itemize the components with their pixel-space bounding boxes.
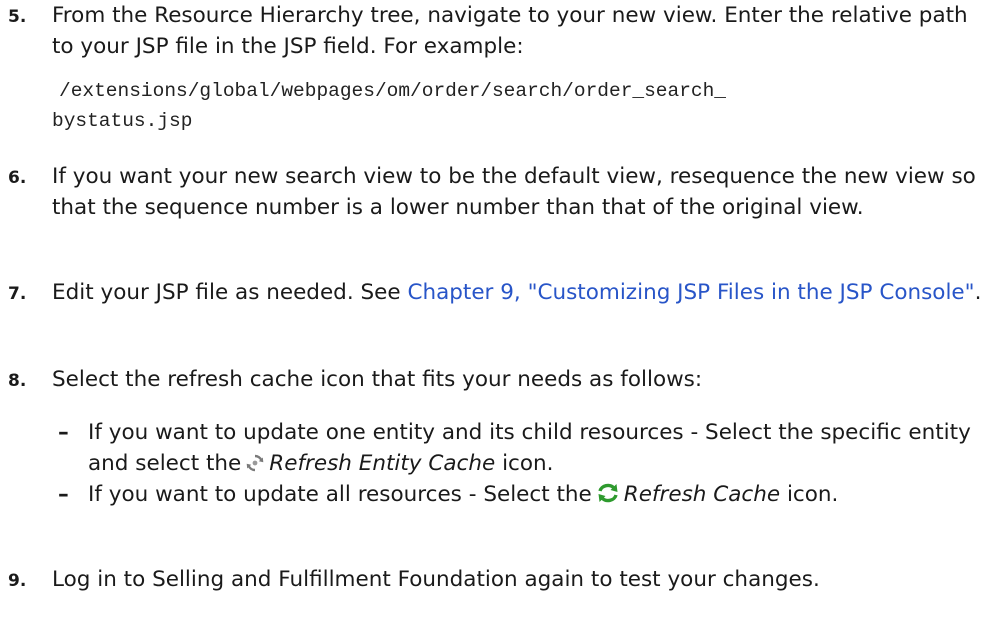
code-example: /extensions/global/webpages/om/order/sea… (0, 76, 995, 136)
step-text: From the Resource Hierarchy tree, naviga… (52, 3, 968, 59)
step-5: 5. From the Resource Hierarchy tree, nav… (0, 0, 995, 62)
refresh-cache-label: Refresh Cache (623, 482, 781, 507)
step-text-after: . (974, 280, 982, 305)
chapter-9-link[interactable]: Chapter 9, "Customizing JSP Files in the… (407, 280, 974, 305)
step-6: 6. If you want your new search view to b… (0, 161, 995, 223)
bullet-dash: – (58, 482, 69, 507)
refresh-entity-cache-label: Refresh Entity Cache (269, 451, 496, 476)
refresh-entity-cache-icon (245, 451, 265, 482)
code-line: bystatus.jsp (52, 110, 193, 132)
step-number: 9. (8, 571, 27, 591)
bullet-text: If you want to update all resources - Se… (88, 479, 992, 513)
bullet-text-after: icon. (502, 451, 554, 476)
bullet-item: – If you want to update one entity and i… (52, 417, 992, 482)
bullet-text-after: icon. (786, 482, 839, 507)
step-text-before: Edit your JSP file as needed. See (52, 280, 408, 305)
code-line: /extensions/global/webpages/om/order/sea… (59, 80, 727, 102)
step-text: Select the refresh cache icon that fits … (52, 367, 703, 392)
step-number: 7. (8, 284, 27, 304)
step-number: 5. (8, 7, 27, 27)
bullet-dash: – (58, 420, 69, 445)
bullet-text-before: If you want to update all resources - Se… (88, 482, 592, 507)
bullet-item: – If you want to update all resources - … (52, 479, 992, 513)
step-number: 6. (8, 168, 27, 188)
step-7: 7. Edit your JSP file as needed. See Cha… (0, 277, 995, 308)
refresh-cache-icon (596, 482, 620, 513)
document-page: 5. From the Resource Hierarchy tree, nav… (0, 0, 1001, 623)
step-9: 9. Log in to Selling and Fulfillment Fou… (0, 564, 995, 595)
bullet-text: If you want to update one entity and its… (88, 417, 992, 482)
step-8: 8. Select the refresh cache icon that fi… (0, 364, 995, 395)
step-text: If you want your new search view to be t… (52, 164, 976, 220)
step-number: 8. (8, 371, 27, 391)
step-text: Edit your JSP file as needed. See Chapte… (52, 277, 995, 308)
step-text: Log in to Selling and Fulfillment Founda… (52, 567, 820, 592)
